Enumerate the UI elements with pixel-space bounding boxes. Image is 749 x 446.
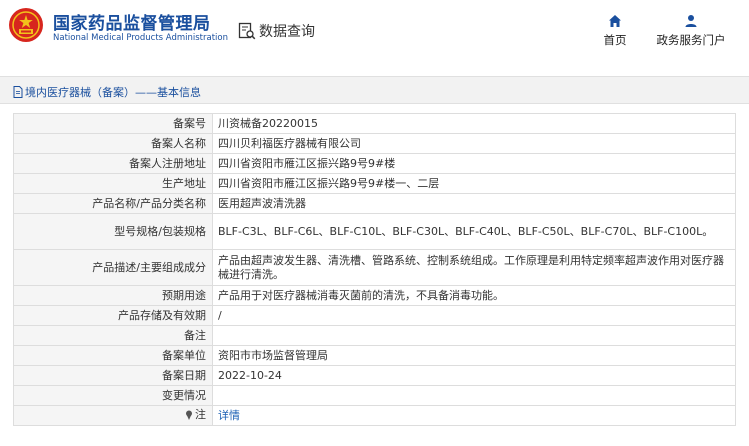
- home-icon: [609, 15, 621, 27]
- nav-home-label: 首页: [603, 33, 627, 47]
- row-value: 四川贝利福医疗器械有限公司: [212, 133, 736, 154]
- row-value: 川资械备20220015: [212, 113, 736, 134]
- row-value: 四川省资阳市雁江区振兴路9号9#楼一、二层: [212, 173, 736, 194]
- row-value: 医用超声波清洗器: [212, 193, 736, 214]
- row-key: 预期用途: [13, 285, 213, 306]
- table-row: 产品存储及有效期 /: [13, 305, 736, 326]
- breadcrumb-bar: 境内医疗器械（备案）——基本信息: [0, 76, 749, 104]
- national-emblem-icon[interactable]: [8, 7, 44, 43]
- row-value: 2022-10-24: [212, 365, 736, 386]
- table-row: 预期用途 产品用于对医疗器械消毒灭菌前的清洗，不具备消毒功能。: [13, 285, 736, 306]
- row-key: 备案人名称: [13, 133, 213, 154]
- table-row: 生产地址 四川省资阳市雁江区振兴路9号9#楼一、二层: [13, 173, 736, 194]
- row-value: BLF-C3L、BLF-C6L、BLF-C10L、BLF-C30L、BLF-C4…: [212, 213, 736, 250]
- pin-icon: [186, 410, 192, 420]
- note-label: 注: [195, 407, 206, 421]
- row-value: 产品由超声波发生器、清洗槽、管路系统、控制系统组成。工作原理是利用特定频率超声波…: [212, 249, 736, 286]
- row-key: 产品存储及有效期: [13, 305, 213, 326]
- note-row-key: 注: [13, 405, 213, 426]
- search-document-icon: [238, 22, 256, 40]
- nav-home[interactable]: 首页: [600, 14, 630, 48]
- row-key: 型号规格/包装规格: [13, 213, 213, 250]
- note-row-value: 详情: [212, 405, 736, 426]
- row-value: /: [212, 305, 736, 326]
- data-query-link[interactable]: 数据查询: [238, 21, 315, 41]
- site-subtitle: National Medical Products Administration: [53, 33, 228, 43]
- table-row: 备注: [13, 325, 736, 346]
- row-key: 备案号: [13, 113, 213, 134]
- row-value: 四川省资阳市雁江区振兴路9号9#楼: [212, 153, 736, 174]
- table-row: 备案日期 2022-10-24: [13, 365, 736, 386]
- row-key: 备案单位: [13, 345, 213, 366]
- breadcrumb-text: 境内医疗器械（备案）——基本信息: [25, 86, 201, 99]
- row-key: 生产地址: [13, 173, 213, 194]
- record-table: 备案号 川资械备20220015 备案人名称 四川贝利福医疗器械有限公司 备案人…: [13, 113, 736, 426]
- row-key: 产品名称/产品分类名称: [13, 193, 213, 214]
- nav-service-portal[interactable]: 政务服务门户: [652, 14, 730, 48]
- breadcrumb: 境内医疗器械（备案）——基本信息: [13, 84, 201, 100]
- table-row: 型号规格/包装规格 BLF-C3L、BLF-C6L、BLF-C10L、BLF-C…: [13, 213, 736, 250]
- note-key: 注: [185, 408, 206, 422]
- person-icon: [685, 15, 697, 27]
- table-row: 备案单位 资阳市市场监督管理局: [13, 345, 736, 366]
- document-icon: [13, 86, 23, 98]
- row-key: 变更情况: [13, 385, 213, 406]
- row-key: 产品描述/主要组成成分: [13, 249, 213, 286]
- row-value: [212, 325, 736, 346]
- details-link[interactable]: 详情: [218, 409, 240, 422]
- row-value: 产品用于对医疗器械消毒灭菌前的清洗，不具备消毒功能。: [212, 285, 736, 306]
- table-row: 备案号 川资械备20220015: [13, 113, 736, 134]
- data-query-label: 数据查询: [259, 24, 315, 40]
- table-row: 注 详情: [13, 405, 736, 426]
- row-value: [212, 385, 736, 406]
- table-row: 变更情况: [13, 385, 736, 406]
- row-key: 备注: [13, 325, 213, 346]
- row-key: 备案人注册地址: [13, 153, 213, 174]
- table-row: 备案人注册地址 四川省资阳市雁江区振兴路9号9#楼: [13, 153, 736, 174]
- table-row: 产品描述/主要组成成分 产品由超声波发生器、清洗槽、管路系统、控制系统组成。工作…: [13, 249, 736, 286]
- site-header: 国家药品监督管理局 National Medical Products Admi…: [0, 0, 749, 64]
- row-key: 备案日期: [13, 365, 213, 386]
- nav-service-portal-label: 政务服务门户: [656, 33, 726, 47]
- table-row: 产品名称/产品分类名称 医用超声波清洗器: [13, 193, 736, 214]
- site-title[interactable]: 国家药品监督管理局: [53, 9, 211, 34]
- row-value: 资阳市市场监督管理局: [212, 345, 736, 366]
- table-row: 备案人名称 四川贝利福医疗器械有限公司: [13, 133, 736, 154]
